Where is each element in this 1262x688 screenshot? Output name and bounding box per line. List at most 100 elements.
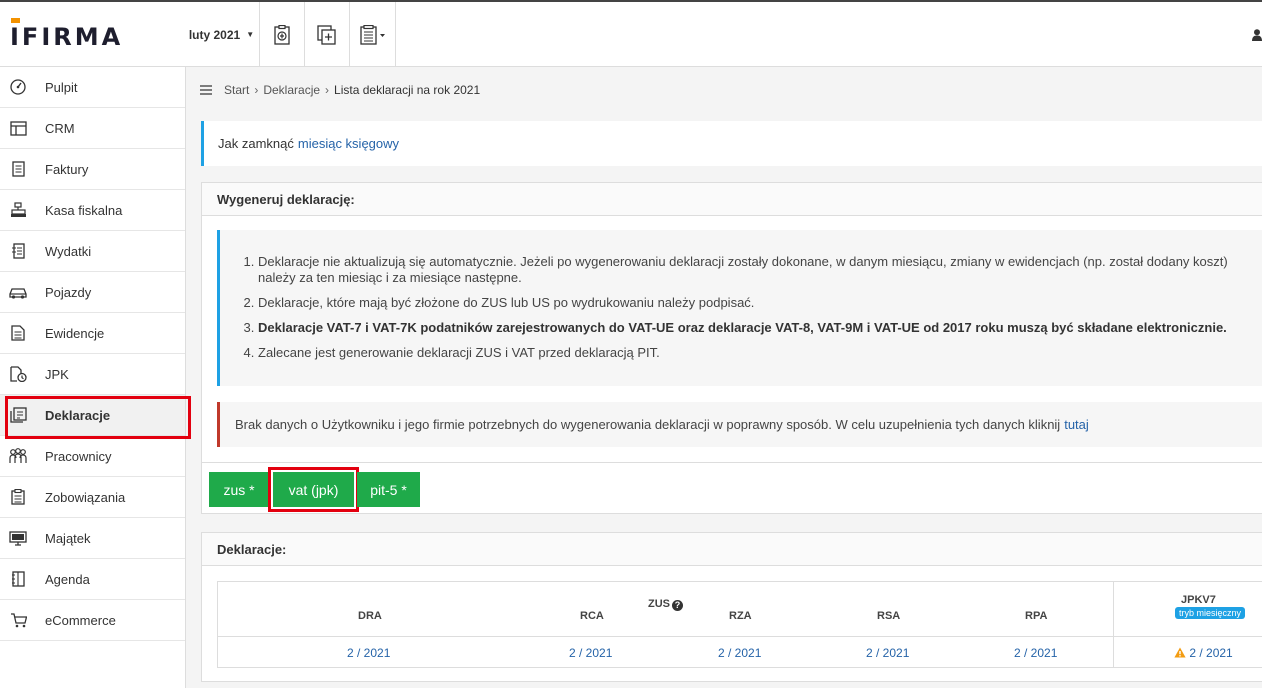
close-month-link[interactable]: miesiąc księgowy — [298, 136, 399, 151]
chevron-down-icon: ▼ — [246, 30, 255, 39]
sidebar-item-label: JPK — [45, 366, 69, 382]
notice-bold-text: Deklaracje VAT-7 i VAT-7K podatników zar… — [258, 320, 1227, 335]
employees-icon — [9, 447, 27, 465]
documents-menu-button[interactable] — [350, 2, 396, 67]
declaration-link-jpkv7[interactable]: 2 / 2021 — [1174, 646, 1233, 660]
pit5-button[interactable]: pit-5 * — [357, 472, 420, 507]
chevron-right-icon: › — [325, 83, 330, 97]
column-header-rpa: RPA — [1025, 610, 1048, 622]
declaration-link-rca[interactable]: 2 / 2021 — [569, 646, 612, 660]
sidebar-item-wydatki[interactable]: Wydatki — [0, 231, 185, 272]
generate-panel: Wygeneruj deklarację: Deklaracje nie akt… — [201, 182, 1262, 514]
column-header-dra: DRA — [358, 610, 382, 622]
warning-box: Brak danych o Użytkowniku i jego firmie … — [217, 402, 1262, 447]
sidebar-item-label: Kasa fiskalna — [45, 202, 123, 218]
info-text: Jak zamknąć — [218, 136, 294, 151]
warning-icon — [1174, 647, 1186, 658]
zus-button[interactable]: zus * — [209, 472, 269, 507]
logo-text: IFIRMA — [10, 23, 124, 51]
column-header-rsa: RSA — [877, 610, 901, 622]
zus-group-label: ZUS — [648, 598, 670, 610]
user-icon[interactable] — [1252, 29, 1262, 41]
help-icon[interactable]: ? — [672, 600, 683, 611]
notice-list: Deklaracje nie aktualizują się automatyc… — [217, 230, 1262, 386]
sidebar-item-crm[interactable]: CRM — [0, 108, 185, 149]
warning-text: Brak danych o Użytkowniku i jego firmie … — [235, 417, 1061, 432]
sidebar-item-label: Majątek — [45, 530, 91, 546]
cart-icon — [9, 611, 27, 629]
sidebar-item-label: Ewidencje — [45, 325, 105, 341]
sidebar-item-label: Faktury — [45, 161, 89, 177]
notice-item: Deklaracje, które mają być złożone do ZU… — [258, 295, 1262, 311]
sidebar-item-pracownicy[interactable]: Pracownicy — [0, 436, 185, 477]
dashboard-icon — [9, 78, 27, 96]
chevron-right-icon: › — [254, 83, 259, 97]
sidebar-item-pulpit[interactable]: Pulpit — [0, 67, 185, 108]
generate-buttons: zus * vat (jpk) pit-5 * — [202, 462, 1262, 514]
sidebar-item-label: Wydatki — [45, 243, 92, 259]
column-header-rza: RZA — [729, 610, 752, 622]
sidebar-item-majatek[interactable]: Majątek — [0, 518, 185, 559]
settlement-button[interactable] — [260, 2, 305, 67]
sidebar-item-label: Agenda — [45, 571, 90, 587]
breadcrumb-current: Lista deklaracji na rok 2021 — [334, 83, 481, 97]
expenses-icon — [9, 242, 27, 260]
generate-panel-title: Wygeneruj deklarację: — [202, 183, 1262, 216]
records-icon — [9, 324, 27, 342]
declaration-link-rsa[interactable]: 2 / 2021 — [866, 646, 909, 660]
declarations-icon — [9, 406, 27, 424]
sidebar-item-label: CRM — [45, 120, 75, 136]
breadcrumb-deklaracje[interactable]: Deklaracje — [263, 83, 320, 97]
sidebar-item-zobowiazania[interactable]: Zobowiązania — [0, 477, 185, 518]
liabilities-icon — [9, 488, 27, 506]
assets-icon — [9, 529, 27, 547]
sidebar-item-label: Pojazdy — [45, 284, 92, 300]
main-content: Start › Deklaracje › Lista deklaracji na… — [186, 67, 1262, 688]
notice-item: Deklaracje nie aktualizują się automatyc… — [258, 254, 1262, 286]
logo[interactable]: IFIRMA — [10, 18, 124, 51]
sidebar-item-label: eCommerce — [45, 612, 116, 628]
crm-icon — [9, 119, 27, 137]
zus-group-header: ZUS? — [648, 598, 683, 611]
sidebar-item-ecommerce[interactable]: eCommerce — [0, 600, 185, 641]
sidebar-item-agenda[interactable]: Agenda — [0, 559, 185, 600]
sidebar-item-label: Deklaracje — [45, 407, 111, 423]
declarations-panel: Deklaracje: ZUS? DRA RCA RZA RSA RPA JPK… — [201, 532, 1262, 682]
declarations-table: ZUS? DRA RCA RZA RSA RPA JPKV7 tryb mies… — [217, 581, 1262, 668]
sidebar-item-pojazdy[interactable]: Pojazdy — [0, 272, 185, 313]
month-label: luty 2021 — [188, 27, 241, 42]
vat-jpk-button[interactable]: vat (jpk) — [268, 467, 359, 512]
top-bar: IFIRMA luty 2021 ▼ — [0, 0, 1262, 67]
breadcrumb-start[interactable]: Start — [224, 83, 249, 97]
declaration-link-dra[interactable]: 2 / 2021 — [347, 646, 390, 660]
sidebar-item-kasa-fiskalna[interactable]: Kasa fiskalna — [0, 190, 185, 231]
sidebar-item-jpk[interactable]: JPK — [0, 354, 185, 395]
settlement-icon — [274, 24, 290, 45]
column-header-jpkv7: JPKV7 — [1181, 594, 1216, 606]
breadcrumb: Start › Deklaracje › Lista deklaracji na… — [200, 83, 480, 97]
declaration-link-rza[interactable]: 2 / 2021 — [718, 646, 761, 660]
cash-register-icon — [9, 201, 27, 219]
declaration-link-rpa[interactable]: 2 / 2021 — [1014, 646, 1057, 660]
menu-toggle-icon[interactable] — [200, 85, 212, 95]
notice-item: Deklaracje VAT-7 i VAT-7K podatników zar… — [258, 320, 1262, 336]
declarations-panel-title: Deklaracje: — [202, 533, 1262, 566]
sidebar-item-ewidencje[interactable]: Ewidencje — [0, 313, 185, 354]
logo-accent — [11, 18, 20, 23]
car-icon — [9, 283, 27, 301]
info-box: Jak zamknąć miesiąc księgowy — [201, 121, 1262, 166]
notice-item: Zalecane jest generowanie deklaracji ZUS… — [258, 345, 1262, 361]
sidebar-item-label: Zobowiązania — [45, 489, 126, 505]
invoice-icon — [9, 160, 27, 178]
sidebar-item-faktury[interactable]: Faktury — [0, 149, 185, 190]
sidebar-item-label: Pracownicy — [45, 448, 112, 464]
jpk-icon — [9, 365, 27, 383]
month-selector[interactable]: luty 2021 ▼ — [184, 2, 260, 67]
sidebar: Pulpit CRM Faktury Kasa fiskalna Wydatki… — [0, 67, 191, 688]
jpkv7-value: 2 / 2021 — [1189, 646, 1233, 660]
add-document-icon — [317, 24, 336, 45]
complete-data-link[interactable]: tutaj — [1064, 417, 1089, 432]
add-document-button[interactable] — [305, 2, 350, 67]
sidebar-item-deklaracje[interactable]: Deklaracje — [0, 395, 191, 439]
sidebar-item-label: Pulpit — [45, 79, 78, 95]
